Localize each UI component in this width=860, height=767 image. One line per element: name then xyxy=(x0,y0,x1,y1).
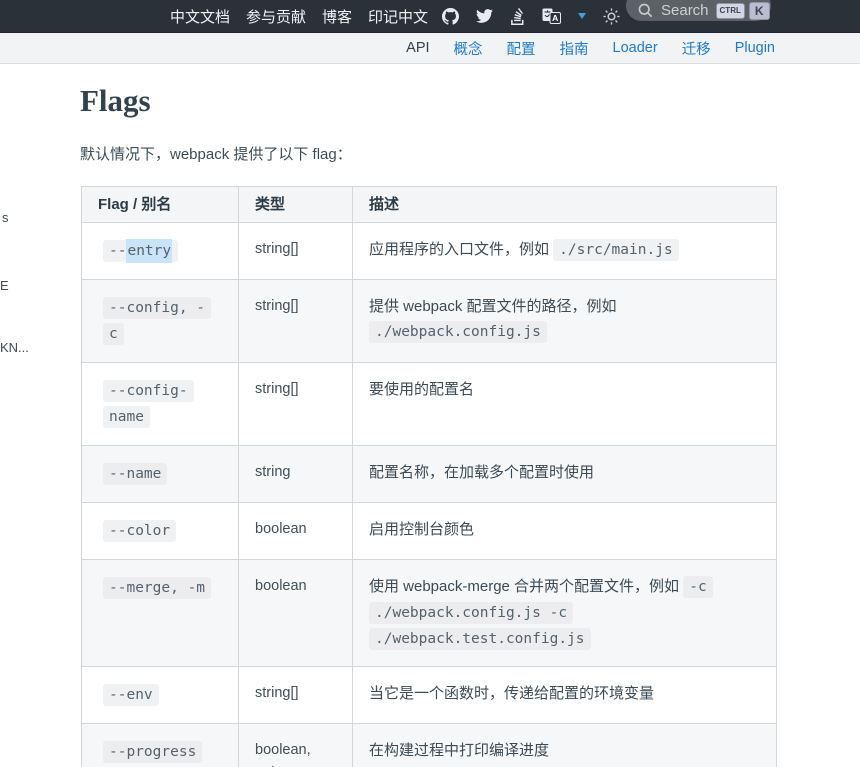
inline-code: ./webpack.config.js xyxy=(369,321,547,343)
flag-code: --env xyxy=(103,684,159,706)
github-icon[interactable] xyxy=(442,8,459,25)
twitter-icon[interactable] xyxy=(476,9,493,24)
inline-code: -c ./webpack.config.js -c ./webpack.test… xyxy=(369,576,713,650)
flag-text: --env xyxy=(109,687,153,703)
flag-cell: --config-name xyxy=(82,362,239,445)
shortcut-key: CTRL xyxy=(716,3,745,19)
flag-cell: --name xyxy=(82,445,239,502)
subnav-link-loader[interactable]: Loader xyxy=(613,40,658,56)
search-icon xyxy=(637,2,654,19)
caret-down-icon[interactable] xyxy=(578,13,586,19)
description-cell: 当它是一个函数时，传递给配置的环境变量 xyxy=(353,666,777,723)
sun-icon[interactable] xyxy=(603,8,620,25)
flag-cell: --merge, -m xyxy=(82,559,239,666)
navbar-item[interactable]: 参与贡献 xyxy=(246,6,306,27)
translate-icon[interactable]: A xyxy=(542,8,561,24)
flag-text: --name xyxy=(109,466,161,482)
flag-text: --color xyxy=(109,523,170,539)
flag-code: --name xyxy=(103,463,167,485)
subnav-link-配置[interactable]: 配置 xyxy=(507,38,536,59)
type-cell: string[] xyxy=(239,222,353,279)
type-cell: string[] xyxy=(239,362,353,445)
table-row: --merge, -m boolean使用 webpack-merge 合并两个配… xyxy=(82,559,777,666)
subnav-link-api[interactable]: API xyxy=(406,40,429,56)
navbar-item[interactable]: 印记中文 xyxy=(368,6,428,27)
description-cell: 在构建过程中打印编译进度 xyxy=(353,723,777,767)
type-cell: string[] xyxy=(239,279,353,362)
subnav-link-概念[interactable]: 概念 xyxy=(454,38,483,59)
flag-code: --merge, -m xyxy=(103,577,211,599)
highlighted-text: entry xyxy=(126,239,172,263)
flag-text: --config, -c xyxy=(109,300,205,342)
svg-text:A: A xyxy=(552,13,558,23)
search-placeholder: Search xyxy=(661,2,709,19)
top-navbar: 中文文档参与贡献博客印记中文 A Search CTRLK xyxy=(0,0,860,33)
table-row: --config-name string[]要使用的配置名 xyxy=(82,362,777,445)
flag-cell: --config, -c xyxy=(82,279,239,362)
type-cell: boolean, string xyxy=(239,723,353,767)
navbar-item[interactable]: 中文文档 xyxy=(170,6,230,27)
type-cell: string[] xyxy=(239,666,353,723)
flag-cell: --entry xyxy=(82,222,239,279)
shortcut-key: K xyxy=(749,2,770,20)
table-header-2: 描述 xyxy=(353,186,777,222)
type-cell: string xyxy=(239,445,353,502)
description-cell: 应用程序的入口文件，例如 ./src/main.js xyxy=(353,222,777,279)
intro-text: 默认情况下，webpack 提供了以下 flag： xyxy=(80,143,776,164)
sidebar-item-fragment[interactable]: s xyxy=(2,210,9,225)
flag-cell: --color xyxy=(82,502,239,559)
flag-text: --config-name xyxy=(109,383,188,425)
table-header-0: Flag / 别名 xyxy=(82,186,239,222)
stackoverflow-icon[interactable] xyxy=(510,8,525,25)
type-cell: boolean xyxy=(239,502,353,559)
flag-text: --merge, -m xyxy=(109,580,205,596)
inline-code: ./src/main.js xyxy=(553,239,679,261)
search-shortcut-keys: CTRLK xyxy=(716,2,770,20)
table-row: --config, -c string[]提供 webpack 配置文件的路径，例… xyxy=(82,279,777,362)
description-cell: 配置名称，在加载多个配置时使用 xyxy=(353,445,777,502)
section-nav: API 概念 配置 指南 Loader 迁移 Plugin xyxy=(0,33,860,64)
sidebar-item-fragment[interactable]: E xyxy=(0,278,9,293)
navbar-item[interactable]: 博客 xyxy=(322,6,352,27)
description-cell: 启用控制台颜色 xyxy=(353,502,777,559)
app: 中文文档参与贡献博客印记中文 A Search CTRLK API 概念 配置 指南 L… xyxy=(0,0,860,767)
flag-code: --config, -c xyxy=(103,297,211,345)
subnav-link-指南[interactable]: 指南 xyxy=(560,38,589,59)
flags-table: Flag / 别名类型描述 --entrystring[]应用程序的入口文件，例… xyxy=(81,186,777,767)
table-row: --env string[]当它是一个函数时，传递给配置的环境变量 xyxy=(82,666,777,723)
description-cell: 要使用的配置名 xyxy=(353,362,777,445)
flag-text: -- xyxy=(109,243,126,259)
subnav-link-迁移[interactable]: 迁移 xyxy=(682,38,711,59)
description-cell: 提供 webpack 配置文件的路径，例如 ./webpack.config.j… xyxy=(353,279,777,362)
flag-text: --progress xyxy=(109,744,196,760)
description-cell: 使用 webpack-merge 合并两个配置文件，例如 -c ./webpac… xyxy=(353,559,777,666)
type-cell: boolean xyxy=(239,559,353,666)
sidebar-item-fragment[interactable]: KN... xyxy=(0,340,29,355)
table-row: --color boolean启用控制台颜色 xyxy=(82,502,777,559)
table-header-1: 类型 xyxy=(239,186,353,222)
table-row: --progress boolean, string在构建过程中打印编译进度 xyxy=(82,723,777,767)
navbar-menu: 中文文档参与贡献博客印记中文 xyxy=(170,6,428,27)
search-box[interactable]: Search CTRLK xyxy=(626,0,771,21)
flag-code: --color xyxy=(103,520,176,542)
flag-code: --progress xyxy=(103,741,202,763)
flag-cell: --env xyxy=(82,666,239,723)
subnav-link-plugin[interactable]: Plugin xyxy=(735,40,775,56)
table-row: --name string配置名称，在加载多个配置时使用 xyxy=(82,445,777,502)
main-content: Flags 默认情况下，webpack 提供了以下 flag： Flag / 别… xyxy=(0,64,860,767)
flag-code: --entry xyxy=(103,240,178,262)
navbar-icons: A xyxy=(442,8,620,25)
page-title: Flags xyxy=(80,85,776,118)
flag-code: --config-name xyxy=(103,380,194,428)
table-header-row: Flag / 别名类型描述 xyxy=(82,186,777,222)
flag-cell: --progress xyxy=(82,723,239,767)
table-row: --entry string[]应用程序的入口文件，例如 ./src/main.j… xyxy=(82,222,777,279)
